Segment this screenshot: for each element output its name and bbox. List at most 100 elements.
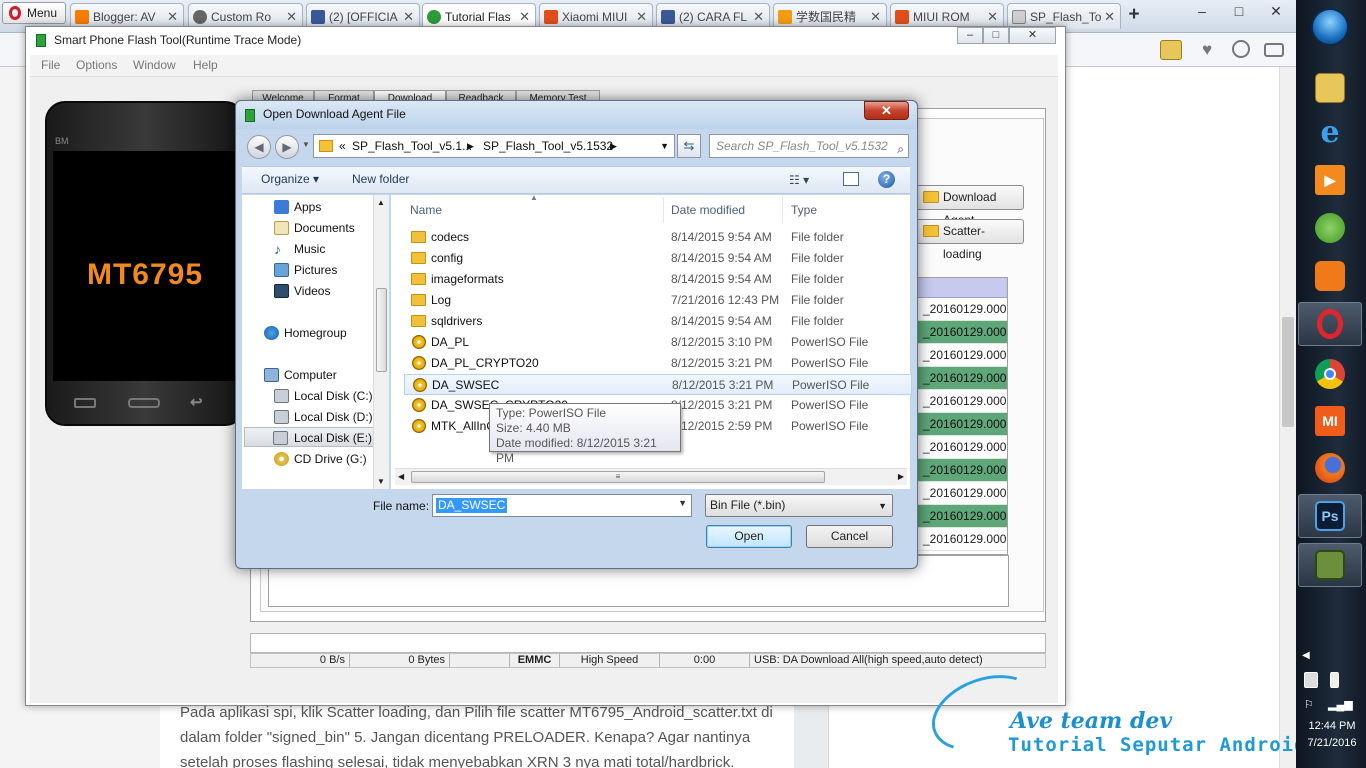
refresh-icon[interactable]: ⇆ <box>677 134 701 158</box>
download-icon[interactable] <box>1232 40 1250 58</box>
nav-drive-g[interactable]: CD Drive (G:) <box>272 449 367 469</box>
menu-options[interactable]: Options <box>76 58 117 72</box>
download-agent-button[interactable]: Download Agent <box>916 185 1024 227</box>
file-row[interactable]: config 8/14/2015 9:54 AM File folder <box>404 248 912 269</box>
browser-close-button[interactable]: ✕ <box>1263 0 1289 22</box>
nav-homegroup[interactable]: Homegroup <box>262 323 347 343</box>
breadcrumb-parent[interactable]: SP_Flash_Tool_v5.1... <box>352 135 472 157</box>
breadcrumb-chevron-icon[interactable]: ▶ <box>467 135 474 157</box>
taskbar-media[interactable]: ▶ <box>1298 158 1362 202</box>
nav-pictures[interactable]: Pictures <box>272 260 337 280</box>
file-row[interactable]: DA_PL_CRYPTO20 8/12/2015 3:21 PM PowerISO … <box>404 353 912 374</box>
breadcrumb-overflow[interactable]: « <box>339 135 346 157</box>
taskbar-firefox[interactable] <box>1298 446 1362 490</box>
browser-maximize-button[interactable]: □ <box>1226 0 1252 22</box>
scatter-loading-button[interactable]: Scatter-loading <box>916 219 1024 261</box>
page-scrollbar[interactable] <box>1279 67 1296 768</box>
column-header-type[interactable]: Type <box>783 197 907 223</box>
new-tab-button[interactable]: + <box>1125 4 1143 26</box>
heart-icon[interactable]: ♥ <box>1196 40 1218 60</box>
taskbar-mi[interactable]: MI <box>1298 399 1362 443</box>
taskbar-ie[interactable]: e <box>1298 110 1362 154</box>
taskbar-utorrent[interactable] <box>1298 206 1362 250</box>
sidebar-toggle-icon[interactable] <box>1264 43 1284 57</box>
taskbar-clock[interactable]: 12:44 PM 7/21/2016 <box>1298 718 1366 752</box>
network-status-icon[interactable] <box>1304 672 1318 688</box>
flash-tool-close-button[interactable]: ✕ <box>1009 27 1056 44</box>
back-arrow-icon[interactable]: ◀ <box>247 135 271 159</box>
help-icon[interactable]: ? <box>878 171 895 188</box>
browser-minimize-button[interactable]: – <box>1189 0 1215 22</box>
partition-row[interactable]: _20160129.000... <box>915 298 1007 321</box>
taskbar-uc[interactable] <box>1298 254 1362 298</box>
search-input[interactable]: Search SP_Flash_Tool_v5.1532 ⌕ <box>709 134 909 158</box>
recent-locations-chevron-icon[interactable]: ▼ <box>302 140 310 149</box>
nav-apps[interactable]: Apps <box>272 197 321 217</box>
new-folder-button[interactable]: New folder <box>352 172 409 186</box>
column-header-name[interactable]: Name <box>402 197 664 223</box>
file-row[interactable]: imageformats 8/14/2015 9:54 AM File folder <box>404 269 912 290</box>
partition-row[interactable]: _20160129.000... <box>915 321 1007 344</box>
nav-documents[interactable]: Documents <box>272 218 355 238</box>
address-dropdown-icon[interactable]: ▼ <box>660 135 669 157</box>
scroll-left-icon[interactable]: ◀ <box>398 472 404 481</box>
partition-list[interactable]: _20160129.000... _20160129.000... _20160… <box>914 277 1008 555</box>
address-bar[interactable]: « SP_Flash_Tool_v5.1... ▶ SP_Flash_Tool_… <box>313 134 675 158</box>
opera-menu-button[interactable]: Menu <box>2 2 66 24</box>
dialog-close-button[interactable]: ✕ <box>864 101 909 120</box>
signal-icon[interactable]: ▂▄▆ <box>1328 698 1353 714</box>
partition-row[interactable]: _20160129.000... <box>915 367 1007 390</box>
column-header-date[interactable]: Date modified <box>663 197 783 223</box>
file-name-dropdown-icon[interactable]: ▼ <box>678 498 687 508</box>
file-row-hovered[interactable]: DA_SWSEC 8/12/2015 3:21 PM PowerISO File <box>404 374 912 395</box>
flash-tool-maximize-button[interactable]: □ <box>983 27 1009 44</box>
menu-window[interactable]: Window <box>133 58 176 72</box>
file-row[interactable]: sqldrivers 8/14/2015 9:54 AM File folder <box>404 311 912 332</box>
cancel-button[interactable]: Cancel <box>806 525 893 548</box>
partition-row[interactable]: _20160129.000... <box>915 344 1007 367</box>
file-row[interactable]: codecs 8/14/2015 9:54 AM File folder <box>404 227 912 248</box>
partition-row[interactable]: _20160129.000... <box>915 482 1007 505</box>
menu-file[interactable]: File <box>41 58 60 72</box>
nav-drive-c[interactable]: Local Disk (C:) <box>272 386 373 406</box>
partition-row[interactable]: _20160129.000... <box>915 505 1007 528</box>
partition-row[interactable]: _20160129.000... <box>915 459 1007 482</box>
menu-help[interactable]: Help <box>193 58 218 72</box>
breadcrumb-chevron-icon[interactable]: ▶ <box>610 135 617 157</box>
organize-button[interactable]: Organize ▾ <box>261 172 319 186</box>
open-button[interactable]: Open <box>706 525 792 548</box>
nav-pane-scrollbar[interactable]: ▲ ▼ <box>373 195 389 489</box>
battery-icon[interactable] <box>1330 672 1339 688</box>
view-options-icon[interactable]: ☷ ▾ <box>789 173 809 187</box>
breadcrumb-current[interactable]: SP_Flash_Tool_v5.1532 <box>483 135 613 157</box>
nav-music[interactable]: ♪ Music <box>272 239 325 259</box>
partition-row[interactable]: _20160129.000... <box>915 390 1007 413</box>
taskbar-chrome[interactable] <box>1298 352 1362 396</box>
preview-pane-icon[interactable] <box>843 172 859 186</box>
tab-close-icon[interactable]: ✕ <box>1104 4 1115 29</box>
adblock-icon[interactable] <box>1160 40 1182 60</box>
taskbar-photoshop[interactable]: Ps <box>1298 494 1362 538</box>
partition-row[interactable]: _20160129.000... <box>915 528 1007 551</box>
nav-pane-scroll-thumb[interactable] <box>376 288 387 372</box>
page-scrollbar-thumb[interactable] <box>1282 317 1294 427</box>
forward-arrow-icon[interactable]: ▶ <box>275 135 299 159</box>
scroll-right-icon[interactable]: ▶ <box>898 472 904 481</box>
flash-tool-minimize-button[interactable]: – <box>957 27 983 44</box>
nav-drive-d[interactable]: Local Disk (D:) <box>272 407 373 427</box>
file-name-input[interactable]: DA_SWSEC ▼ <box>432 494 692 517</box>
file-row[interactable]: Log 7/21/2016 12:43 PM File folder <box>404 290 912 311</box>
windows-start-icon[interactable] <box>1311 8 1349 46</box>
scroll-down-icon[interactable]: ▼ <box>377 477 385 486</box>
file-row[interactable]: DA_PL 8/12/2015 3:10 PM PowerISO File <box>404 332 912 353</box>
horizontal-scroll-thumb[interactable]: ≡ <box>411 471 825 483</box>
partition-row[interactable]: _20160129.000... <box>915 436 1007 459</box>
taskbar-explorer[interactable] <box>1298 66 1362 110</box>
taskbar-opera[interactable] <box>1298 302 1362 346</box>
show-hidden-icons[interactable]: ◀ <box>1302 650 1310 661</box>
file-list-horizontal-scrollbar[interactable]: ◀ ≡ ▶ <box>395 468 907 485</box>
scroll-up-icon[interactable]: ▲ <box>377 198 385 207</box>
nav-computer[interactable]: Computer <box>262 365 337 385</box>
taskbar-flash-tool[interactable] <box>1298 543 1362 587</box>
nav-videos[interactable]: Videos <box>272 281 330 301</box>
